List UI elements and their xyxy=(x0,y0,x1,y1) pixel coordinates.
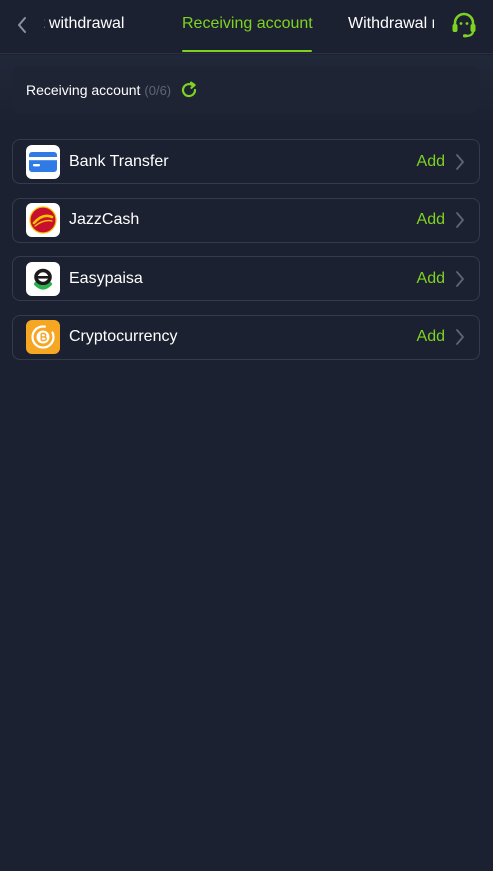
method-name: Cryptocurrency xyxy=(69,328,178,345)
method-name: JazzCash xyxy=(69,211,140,228)
list-item-jazzcash[interactable]: JazzCash Add xyxy=(12,197,480,243)
list-item-cryptocurrency[interactable]: Cryptocurrency Add xyxy=(12,314,480,360)
add-button[interactable]: Add xyxy=(417,270,445,288)
crypto-coin-icon xyxy=(26,320,60,354)
method-name: Easypaisa xyxy=(69,269,143,287)
summary-count: (0/6) xyxy=(144,82,172,98)
add-button[interactable]: Add xyxy=(417,211,445,229)
add-button[interactable]: Add xyxy=(417,328,445,346)
chevron-right-icon xyxy=(455,153,465,171)
receiving-account-summary: Receiving account (0/6) xyxy=(12,66,480,114)
chevron-right-icon xyxy=(455,328,465,346)
add-button[interactable]: Add xyxy=(417,153,445,171)
chevron-left-icon xyxy=(18,17,26,33)
bank-card-icon xyxy=(26,144,60,179)
easypaisa-logo xyxy=(26,261,60,296)
tab-strip: t withdrawal Receiving account Withdrawa… xyxy=(44,0,434,54)
summary-label: Receiving account xyxy=(26,82,141,98)
headset-icon xyxy=(452,12,476,38)
list-item-easypaisa[interactable]: Easypaisa Add xyxy=(12,256,480,301)
refresh-icon xyxy=(182,81,197,98)
tab-withdrawal[interactable]: t withdrawal xyxy=(44,0,124,54)
customer-support-button[interactable] xyxy=(448,10,480,40)
tab-receiving-account[interactable]: Receiving account xyxy=(182,0,313,54)
method-name: Bank Transfer xyxy=(69,152,169,170)
active-tab-indicator xyxy=(182,50,312,52)
chevron-right-icon xyxy=(455,211,465,229)
back-button[interactable] xyxy=(8,10,36,40)
account-method-list: Bank Transfer Add JazzCash Add Easypaisa… xyxy=(12,139,480,373)
list-item-bank-transfer[interactable]: Bank Transfer Add xyxy=(12,139,480,184)
refresh-button[interactable] xyxy=(179,80,199,100)
chevron-right-icon xyxy=(455,270,465,288)
jazzcash-logo xyxy=(26,203,60,237)
top-bar: t withdrawal Receiving account Withdrawa… xyxy=(0,0,493,54)
tab-withdrawal-records[interactable]: Withdrawal r xyxy=(348,0,434,54)
